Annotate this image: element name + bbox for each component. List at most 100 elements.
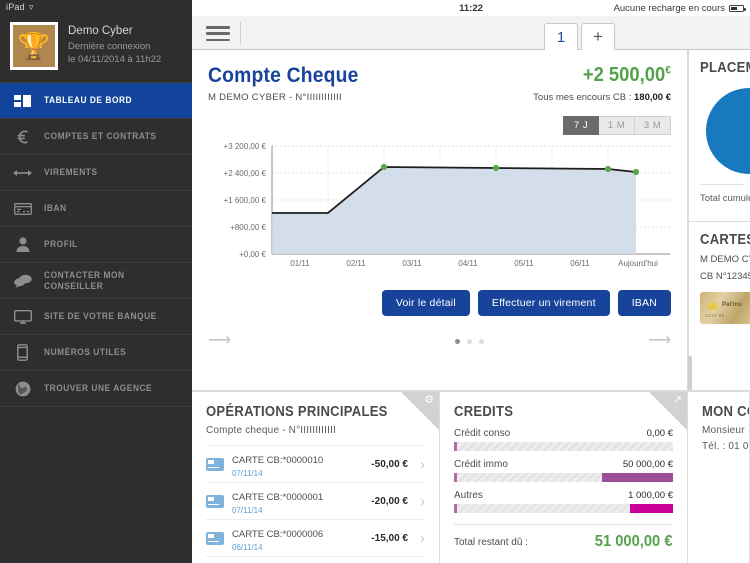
battery-status: Aucune recharge en cours: [614, 3, 746, 14]
card-lines-icon: [13, 199, 32, 218]
placements-panel[interactable]: PLACEMENTS Total cumulé: [688, 50, 750, 222]
x-tick-label: 02/11: [346, 259, 366, 268]
right-column: PLACEMENTS Total cumulé CARTES M DEMO CY…: [688, 50, 750, 391]
chat-bubbles-icon: [13, 271, 32, 290]
y-tick-label: +3 200,00 €: [224, 142, 267, 151]
cartes-panel[interactable]: CARTES M DEMO CYBER CB N°12345 Pat'mu 12…: [688, 222, 750, 391]
sidebar-item-label: COMPTES ET CONTRATS: [44, 131, 157, 142]
sidebar-item-label: TABLEAU DE BORD: [44, 95, 133, 106]
chevron-right-icon[interactable]: ›: [420, 494, 425, 509]
voir-le-detail-button[interactable]: Voir le détail: [381, 290, 470, 316]
app-root: iPad ▿ 🏆 Demo Cyber Dernière connexion l…: [0, 0, 750, 563]
carousel-dot[interactable]: [479, 338, 484, 344]
device-label: iPad: [6, 2, 25, 12]
chevron-right-icon[interactable]: ›: [420, 457, 425, 472]
person-icon: [13, 235, 32, 254]
page-title: Compte Cheque: [208, 64, 359, 87]
sidebar-item-contacter-mon-conseiller[interactable]: CONTACTER MON CONSEILLER: [0, 263, 192, 299]
credit-value: 1 000,00 €: [628, 490, 673, 501]
sidebar-item-trouver-une-agence[interactable]: TROUVER UNE AGENCE: [0, 371, 192, 407]
toolbar-divider: [240, 22, 241, 44]
monitor-icon: [13, 307, 32, 326]
credit-progress-fill: [629, 504, 673, 513]
account-action-buttons: Voir le détail Effectuer un virement IBA…: [192, 290, 687, 316]
bank-card-icon: [206, 494, 224, 508]
card-holder: M DEMO CYBER: [700, 254, 750, 265]
bank-card-icon: [206, 531, 224, 545]
sidebar-item-profil[interactable]: PROFIL: [0, 227, 192, 263]
arrow-left-icon[interactable]: ⟶: [208, 333, 231, 349]
credit-progress-fill: [601, 473, 673, 482]
scrollbar-thumb[interactable]: [688, 356, 692, 390]
cartes-title: CARTES: [700, 232, 750, 248]
profile-name: Demo Cyber: [68, 25, 133, 37]
dashboard-icon: [13, 91, 32, 110]
operations-list: CARTE CB:*0000010 07/11/14 -50,00 € › CA…: [206, 445, 425, 557]
credits-total-row: Total restant dû : 51 000,00 €: [454, 524, 673, 551]
range-1m[interactable]: 1 M: [599, 116, 635, 135]
range-3m[interactable]: 3 M: [635, 116, 671, 135]
encours-label: Tous mes encours CB :: [533, 92, 635, 103]
panel-settings-corner[interactable]: ⚙: [401, 392, 439, 430]
bank-card-icon: [206, 457, 224, 471]
x-tick-label: 01/11: [290, 259, 310, 268]
conseiller-panel[interactable]: MON CONSEILLER Monsieur Tél. : 01 0: [688, 391, 750, 563]
operation-amount: -50,00 €: [371, 458, 408, 470]
y-tick-label: +0,00 €: [239, 250, 266, 259]
clock: 11:22: [459, 2, 483, 14]
carousel-controls: ⟶ ⟶: [208, 333, 671, 349]
table-row[interactable]: CARTE CB:*0000001 07/11/14 -20,00 € ›: [206, 483, 425, 520]
browser-tab-bar: 1 +: [192, 16, 750, 50]
panel-expand-corner[interactable]: ↗: [649, 392, 687, 430]
profile-block[interactable]: 🏆 Demo Cyber Dernière connexion le 04/11…: [0, 14, 192, 82]
chevron-right-icon[interactable]: ›: [420, 531, 425, 546]
conseiller-phone: Tél. : 01 0: [702, 441, 749, 452]
sidebar-item-iban[interactable]: IBAN: [0, 191, 192, 227]
chart-svg: +3 200,00 € +2 400,00 € +1 600,00 € +800…: [224, 142, 670, 268]
avatar: 🏆: [10, 22, 58, 70]
pie-chart-icon: [706, 88, 750, 174]
tab-strip: 1 +: [544, 23, 615, 50]
new-tab-button[interactable]: +: [581, 23, 615, 50]
encours-value: 180,00 €: [634, 92, 671, 103]
sidebar-item-tableau-de-bord[interactable]: TABLEAU DE BORD: [0, 83, 192, 119]
account-balance: +2 500,00€: [544, 64, 671, 87]
sidebar-item-comptes-et-contrats[interactable]: COMPTES ET CONTRATS: [0, 119, 192, 155]
conseiller-name: Monsieur: [702, 425, 745, 436]
tab-1[interactable]: 1: [544, 23, 578, 50]
sidebar-item-virements[interactable]: VIREMENTS: [0, 155, 192, 191]
expand-arrow-icon[interactable]: ↗: [673, 395, 682, 406]
phone-icon: [13, 343, 32, 362]
table-row[interactable]: CARTE CB:*0000006 06/11/14 -15,00 € ›: [206, 520, 425, 557]
sidebar-item-label: IBAN: [44, 203, 67, 214]
credit-value: 50 000,00 €: [622, 459, 673, 470]
sidebar-nav: TABLEAU DE BORD COMPTES ET CONTRATS VIRE…: [0, 82, 192, 407]
range-selector: 7 J 1 M 3 M: [563, 116, 671, 135]
effectuer-un-virement-button[interactable]: Effectuer un virement: [477, 290, 610, 316]
x-tick-label: 05/11: [514, 259, 534, 268]
card-brand-label: Pat'mu: [722, 302, 742, 308]
gear-icon[interactable]: ⚙: [424, 395, 434, 406]
chart-area-fill: [272, 167, 636, 254]
account-header: Compte Cheque M DEMO CYBER - N°IIIIIIIII…: [208, 64, 671, 103]
balance-area-chart: +3 200,00 € +2 400,00 € +1 600,00 € +800…: [208, 142, 672, 272]
conseiller-title: MON CONSEILLER: [702, 404, 749, 420]
account-subtitle: M DEMO CYBER - N°IIIIIIIIIIII: [208, 92, 342, 103]
operation-date: 07/11/14: [232, 469, 263, 478]
browser-status-bar: 11:22 Aucune recharge en cours: [192, 0, 750, 16]
y-tick-label: +2 400,00 €: [224, 169, 267, 178]
y-tick-label: +1 600,00 €: [224, 196, 267, 205]
iban-button[interactable]: IBAN: [617, 290, 671, 316]
sidebar-item-numeros-utiles[interactable]: NUMÉROS UTILES: [0, 335, 192, 371]
table-row[interactable]: CARTE CB:*0000010 07/11/14 -50,00 € ›: [206, 445, 425, 483]
arrow-right-icon[interactable]: ⟶: [648, 333, 671, 349]
last-login-line-1: Dernière connexion: [68, 41, 151, 52]
carousel-dot[interactable]: [467, 338, 472, 344]
hamburger-icon[interactable]: [206, 26, 230, 41]
credit-name: Crédit conso: [454, 428, 511, 439]
credit-row: Autres 1 000,00 €: [454, 490, 673, 513]
sidebar-item-site-de-votre-banque[interactable]: SITE DE VOTRE BANQUE: [0, 299, 192, 335]
placements-title: PLACEMENTS: [700, 60, 750, 76]
range-7j[interactable]: 7 J: [563, 116, 599, 135]
carousel-dot[interactable]: [455, 338, 460, 344]
